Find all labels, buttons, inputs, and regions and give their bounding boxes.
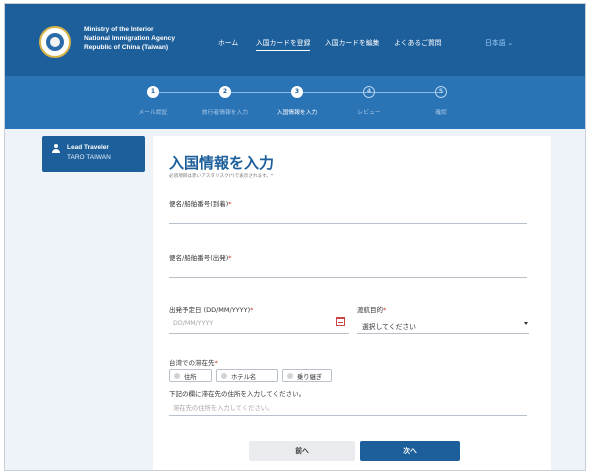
stay-label: 台湾での滞在先* <box>169 359 218 367</box>
language-selector[interactable]: 日本語 ⌄ <box>485 37 513 47</box>
departure-flight-label: 便名/船舶番号(出発)* <box>169 254 232 262</box>
prev-button[interactable]: 前へ <box>249 441 355 461</box>
departure-date-label: 出発予定日 (DD/MM/YYYY)* <box>169 306 254 314</box>
chevron-down-icon[interactable] <box>524 322 528 325</box>
radio-icon <box>174 373 180 379</box>
departure-flight-input[interactable] <box>169 277 527 278</box>
calendar-icon[interactable] <box>336 317 345 326</box>
next-button[interactable]: 次へ <box>360 441 460 461</box>
stay-option-hotel[interactable]: ホテル名 <box>216 369 278 382</box>
page-title: 入国情報を入力 <box>169 154 275 172</box>
agency-line-1: Ministry of the Interior <box>84 26 154 33</box>
step-1-label: メール認証 <box>138 110 168 116</box>
step-5-label: 確認 <box>435 110 447 116</box>
entry-info-form: 入国情報を入力 必須項目は赤いアスタリスク(*)で表示されます。* 便名/船舶番… <box>153 136 551 470</box>
nav-faq[interactable]: よくあるご質問 <box>394 37 442 47</box>
agency-line-2: National Immigration Agency <box>84 35 175 42</box>
purpose-select[interactable]: 選択してください <box>362 321 416 331</box>
agency-name: Ministry of the Interior National Immigr… <box>84 25 175 52</box>
site-header: Ministry of the Interior National Immigr… <box>5 4 585 76</box>
step-1-circle: 1 <box>147 86 159 98</box>
purpose-underline <box>357 333 529 334</box>
arrival-flight-input[interactable] <box>169 223 527 224</box>
purpose-label: 渡航目的* <box>357 306 387 314</box>
nav-edit-card[interactable]: 入国カードを編集 <box>325 37 379 47</box>
browser-frame: Ministry of the Interior National Immigr… <box>4 3 586 471</box>
stay-address-input[interactable]: 滞在先の住所を入力してください。 <box>173 403 273 412</box>
step-4-circle: 4 <box>363 86 375 98</box>
lead-traveler-title: Lead Traveler <box>67 144 109 151</box>
nav-home[interactable]: ホーム <box>218 37 238 47</box>
step-5-circle: 5 <box>435 86 447 98</box>
required-note: 必須項目は赤いアスタリスク(*)で表示されます。* <box>169 174 274 179</box>
step-3-label: 入国情報を入力 <box>276 110 318 116</box>
stay-option-transit[interactable]: 乗り継ぎ <box>282 369 332 382</box>
lead-traveler-card[interactable]: Lead Traveler TARO TAIWAN <box>42 136 145 172</box>
nav-register-card[interactable]: 入国カードを登録 <box>256 37 311 51</box>
step-3-circle: 3 <box>291 86 303 98</box>
departure-date-underline <box>169 333 349 334</box>
progress-stepper: 1 メール認証 2 旅行者情報を入力 3 入国情報を入力 4 レビュー 5 確認 <box>5 76 585 129</box>
person-icon <box>52 144 60 153</box>
stay-option-address[interactable]: 住所 <box>169 369 212 382</box>
departure-date-input[interactable]: DD/MM/YYYY <box>173 320 213 327</box>
radio-icon <box>287 373 293 379</box>
agency-line-3: Republic of China (Taiwan) <box>84 44 169 51</box>
lead-traveler-name: TARO TAIWAN <box>67 154 111 161</box>
stay-instruction: 下記の欄に滞在先の住所を入力してください。 <box>169 390 306 398</box>
agency-emblem-icon[interactable] <box>39 26 71 58</box>
radio-icon <box>221 373 227 379</box>
step-2-label: 旅行者情報を入力 <box>201 110 249 116</box>
stay-address-underline <box>169 415 527 416</box>
arrival-flight-label: 便名/船舶番号(到着)* <box>169 200 232 208</box>
step-4-label: レビュー <box>357 110 381 116</box>
step-2-circle: 2 <box>219 86 231 98</box>
